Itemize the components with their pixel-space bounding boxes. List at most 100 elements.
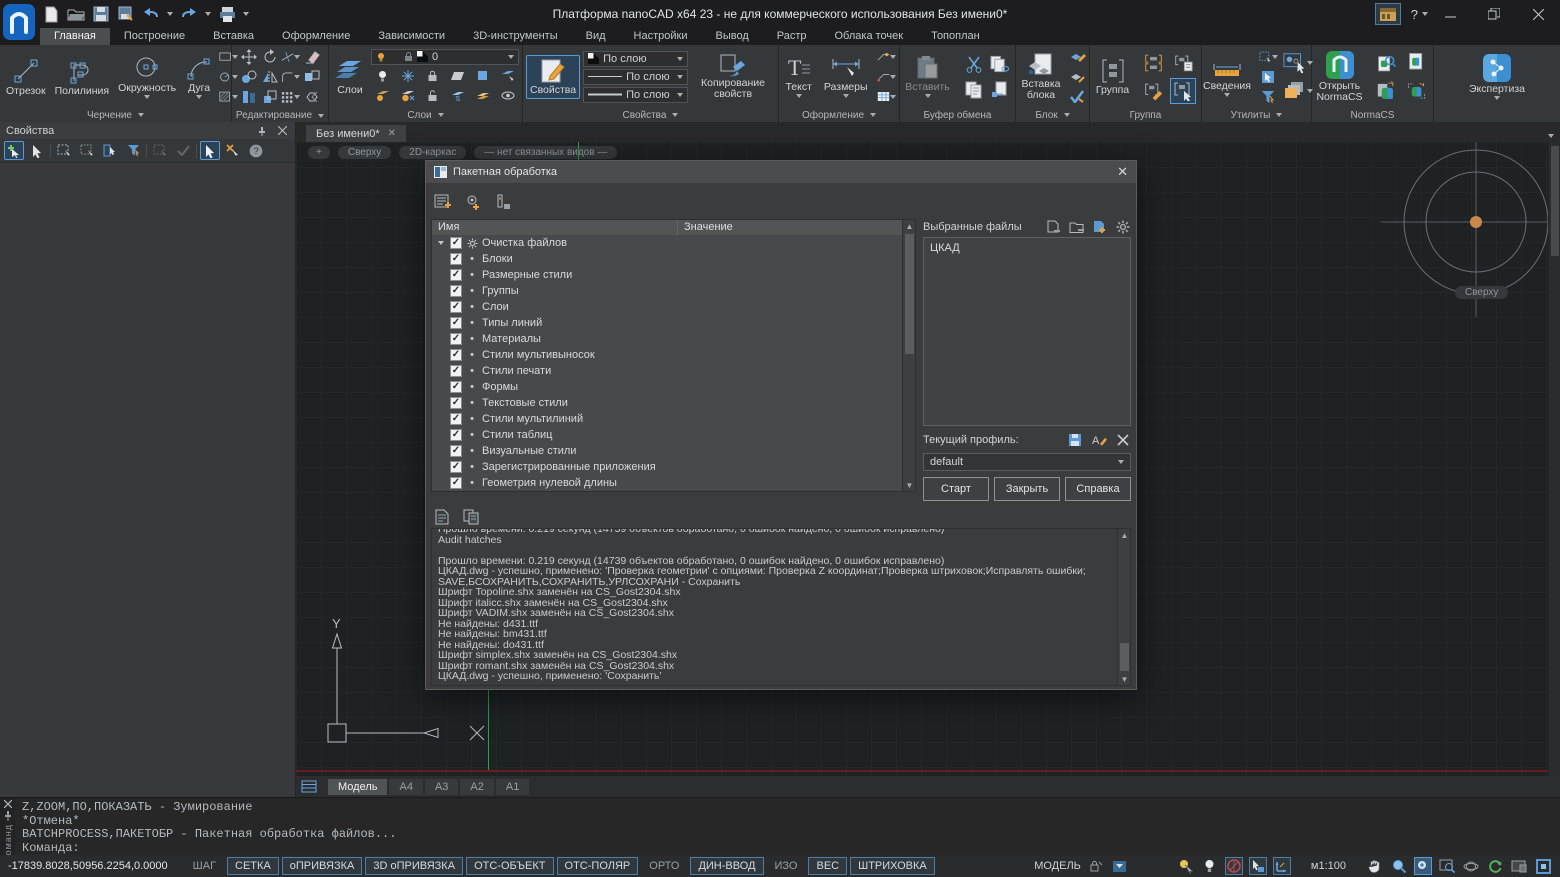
add-file-icon[interactable]	[1092, 219, 1108, 235]
checkbox-icon[interactable]: ✓	[450, 381, 462, 393]
polyline-button[interactable]: Полилиния	[52, 55, 113, 99]
rename-profile-icon[interactable]: A	[1091, 432, 1107, 448]
tree-row[interactable]: ✓ • Текстовые стили	[432, 395, 902, 411]
trim-icon[interactable]	[281, 48, 300, 66]
close-button[interactable]	[1516, 0, 1560, 28]
circle-caret-icon[interactable]	[144, 95, 150, 99]
paste-caret-icon[interactable]	[925, 94, 931, 98]
layer-freeze2-icon[interactable]	[398, 87, 417, 105]
mirror-icon[interactable]	[260, 68, 279, 86]
save-as-icon[interactable]	[117, 5, 135, 23]
dialog-close-icon[interactable]: ✕	[1117, 164, 1128, 180]
copy-with-basepoint-icon[interactable]	[990, 55, 1009, 73]
canvas-vertical-scrollbar[interactable]	[1548, 142, 1560, 776]
draw-order-icon[interactable]	[1283, 78, 1313, 104]
selection-cycling-icon[interactable]	[1283, 50, 1313, 76]
tree-row[interactable]: ✓ • Визуальные стили	[432, 443, 902, 459]
panel-edit-footer[interactable]: Редактирование	[232, 109, 328, 122]
leader-icon[interactable]	[877, 68, 896, 86]
normacs-search-icon[interactable]	[1377, 54, 1396, 72]
selection-display-icon[interactable]	[1249, 857, 1267, 875]
stretch-icon[interactable]	[239, 88, 258, 106]
panel-format-footer[interactable]: Оформление	[779, 108, 899, 122]
close-dialog-button[interactable]: Закрыть	[994, 477, 1060, 501]
nanocad-logo-icon[interactable]	[2, 2, 36, 42]
cmd-pin-icon[interactable]	[4, 811, 12, 821]
layer-lock-icon[interactable]	[423, 67, 442, 85]
dimensions-caret-icon[interactable]	[843, 94, 849, 98]
restore-button[interactable]	[1472, 0, 1516, 28]
ribbon-tab[interactable]: 3D-инструменты	[459, 28, 572, 45]
normacs-frame-icon[interactable]	[1407, 82, 1426, 100]
quick-filter-icon[interactable]	[123, 141, 143, 160]
insert-block-button[interactable]: Вставка блока	[1018, 50, 1063, 103]
checkbox-icon[interactable]: ✓	[450, 461, 462, 473]
checkbox-icon[interactable]: ✓	[450, 429, 462, 441]
circle-button[interactable]: Окружность	[115, 52, 179, 101]
properties-button[interactable]: Свойства	[526, 55, 580, 99]
copy-to-clipboard-icon[interactable]	[964, 81, 983, 99]
save-log-icon[interactable]	[434, 508, 451, 525]
tree-expand-icon[interactable]	[438, 239, 446, 247]
expertise-caret-icon[interactable]	[1494, 96, 1500, 100]
annotation-visibility-icon[interactable]	[1177, 857, 1195, 875]
sheet-tab[interactable]: А4	[389, 779, 422, 795]
viewport-lock-icon[interactable]	[1087, 857, 1105, 875]
layer-on-icon[interactable]	[373, 67, 392, 85]
palette-close-icon[interactable]	[275, 124, 289, 138]
tree-row[interactable]: ✓ • Типы линий	[432, 315, 902, 331]
redo-icon[interactable]	[180, 5, 198, 23]
checkbox-icon[interactable]: ✓	[450, 269, 462, 281]
undo-icon[interactable]	[142, 5, 160, 23]
files-settings-icon[interactable]	[1115, 219, 1131, 235]
checkbox-icon[interactable]: ✓	[450, 237, 462, 249]
tree-row[interactable]: ✓ • Блоки	[432, 251, 902, 267]
remove-file-icon[interactable]	[1046, 219, 1062, 235]
sheet-tab[interactable]: Модель	[328, 779, 387, 795]
add-files-icon[interactable]	[434, 193, 452, 211]
multileader-icon[interactable]	[877, 48, 896, 66]
status-toggle[interactable]: ОТС-ПОЛЯР	[557, 857, 639, 875]
group-button[interactable]: Группа	[1093, 56, 1132, 98]
lineweight-dropdown[interactable]: По слою	[583, 87, 688, 103]
erase-icon[interactable]	[302, 48, 321, 66]
normacs-clipboard-icon[interactable]	[1377, 82, 1396, 100]
info-button[interactable]: Сведения	[1200, 54, 1254, 99]
sheet-tab[interactable]: А3	[425, 779, 458, 795]
checkbox-icon[interactable]: ✓	[450, 365, 462, 377]
ribbon-tab[interactable]: Вид	[572, 28, 620, 45]
add-operation-icon[interactable]	[464, 193, 482, 211]
cmd-close-icon[interactable]	[4, 800, 12, 808]
select-cursor-tool-icon[interactable]	[27, 141, 47, 160]
status-toggle[interactable]: ИЗО	[767, 857, 806, 875]
ribbon-tab[interactable]: Оформление	[268, 28, 364, 45]
segment-button[interactable]: Отрезок	[3, 55, 49, 99]
crossing-select-icon[interactable]	[77, 141, 97, 160]
group-edit-icon[interactable]	[1144, 82, 1163, 100]
tree-row[interactable]: ✓ • Группы	[432, 283, 902, 299]
status-toggle[interactable]: ШТРИХОВКА	[850, 857, 935, 875]
ribbon-tab[interactable]: Настройки	[620, 28, 702, 45]
palette-help-icon[interactable]: ?	[246, 141, 266, 160]
array-icon[interactable]	[281, 88, 300, 106]
layer-sheet-icon[interactable]	[448, 67, 467, 85]
document-close-icon[interactable]: ✕	[388, 128, 396, 139]
status-toggle[interactable]: ОТС-ОБЪЕКТ	[466, 857, 553, 875]
info-caret-icon[interactable]	[1224, 93, 1230, 97]
tree-header[interactable]: Имя Значение	[432, 220, 902, 235]
layer-visibility-icon[interactable]	[498, 87, 517, 105]
open-file-icon[interactable]	[67, 5, 85, 23]
tree-row[interactable]: ✓ • Стили мультивыносок	[432, 347, 902, 363]
layers-button[interactable]: Слои	[332, 56, 368, 98]
delete-profile-icon[interactable]	[1115, 432, 1131, 448]
explode-icon[interactable]	[302, 88, 321, 106]
status-toggle[interactable]: ОРТО	[641, 857, 687, 875]
linetype-dropdown[interactable]: По слою	[583, 69, 688, 85]
deselect-icon[interactable]	[223, 141, 243, 160]
select-window-icon[interactable]	[1259, 48, 1278, 66]
pin-icon[interactable]	[255, 124, 269, 138]
dimensions-button[interactable]: Размеры	[821, 53, 871, 100]
viewport-visual-style-button[interactable]: 2D-каркас	[399, 146, 466, 159]
sheet-list-icon[interactable]	[300, 780, 318, 794]
sheet-tab[interactable]: А1	[496, 779, 529, 795]
